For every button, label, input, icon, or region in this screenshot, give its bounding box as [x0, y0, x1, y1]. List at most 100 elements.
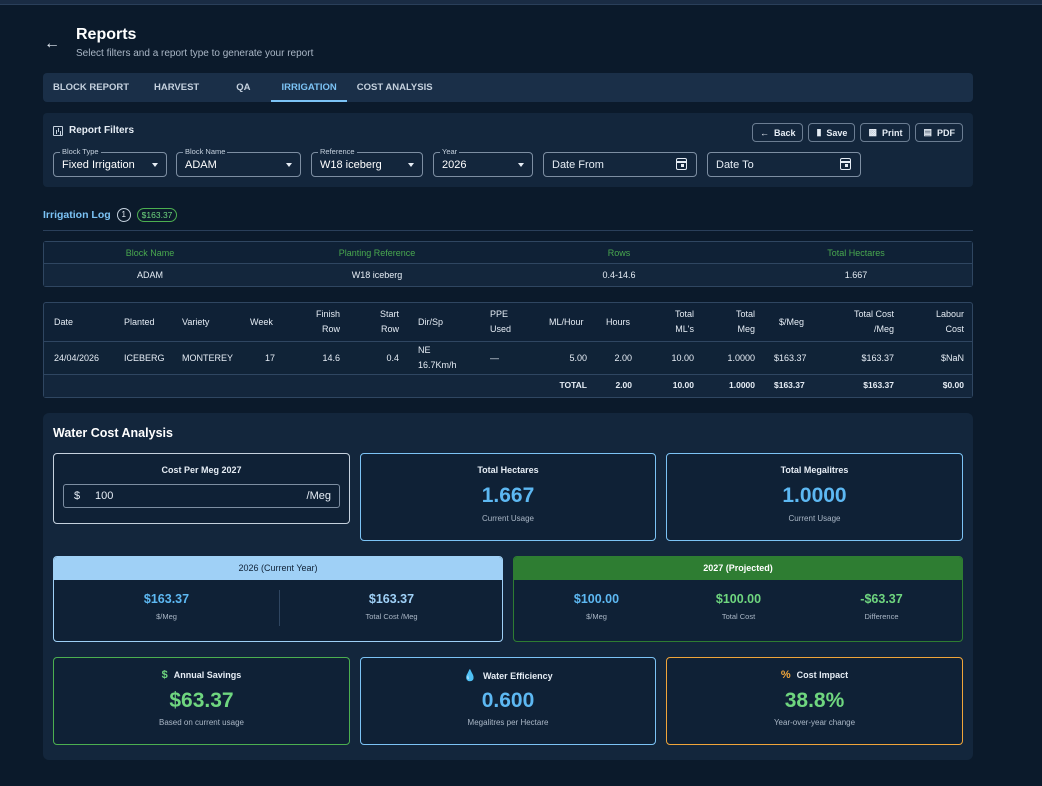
header-ppe-line1: PPE	[490, 309, 509, 319]
header-total-meg-line1: Total	[735, 309, 755, 319]
summary-header-total-hectares: Total Hectares	[827, 248, 885, 258]
summary-header-block-name: Block Name	[125, 248, 175, 258]
header-ppe-line2: Used	[490, 324, 512, 334]
bar-chart-icon	[53, 125, 63, 136]
cost-per-meg-input[interactable]: $ 100 /Meg	[63, 484, 340, 508]
save-button[interactable]: ▮ Save	[808, 123, 856, 142]
summary-header-rows: Rows	[607, 248, 631, 258]
water-cost-analysis-panel: Water Cost Analysis Cost Per Meg 2027 $ …	[43, 413, 973, 760]
bookmark-icon: ▮	[816, 127, 822, 137]
totals-hours: 2.00	[615, 380, 632, 390]
chevron-down-icon	[518, 163, 524, 167]
summary-row: ADAM W18 iceberg 0.4-14.6 1.667	[44, 264, 972, 286]
report-filters-panel: Report Filters ← Back ▮ Save ▩ Print ▤ PDF B…	[43, 113, 973, 187]
annual-savings-heading: $ Annual Savings	[54, 669, 349, 681]
cost-impact-heading: % Cost Impact	[667, 669, 962, 681]
cell-direction: NE	[418, 345, 431, 355]
printer-icon: ▩	[868, 127, 877, 137]
cell-ml-hour: 5.00	[569, 353, 587, 363]
pdf-button[interactable]: ▤ PDF	[915, 123, 963, 142]
total-cost-badge: $163.37	[136, 208, 178, 222]
header-labour-cost: Labour Cost	[914, 307, 964, 337]
projected-per-meg-value: $100.00	[573, 592, 620, 606]
projected-year-panel: 2027 (Projected) $100.00 $/Meg $100.00 T…	[513, 556, 963, 642]
date-to-input[interactable]: Date To	[707, 152, 861, 177]
cell-labour-cost: $NaN	[940, 353, 964, 363]
back-arrow-icon[interactable]: ←	[42, 34, 62, 54]
back-button[interactable]: ← Back	[751, 123, 804, 142]
tab-harvest[interactable]: HARVEST	[139, 73, 214, 102]
cost-per-meg-value: 100	[95, 490, 114, 502]
cell-ppe-used: —	[490, 353, 499, 363]
current-total-cost: $163.37 Total Cost /Meg	[279, 592, 502, 621]
back-button-label: Back	[773, 127, 796, 138]
dollar-icon: $	[161, 669, 168, 681]
year-label: Year	[440, 147, 460, 156]
tab-block-report[interactable]: BLOCK REPORT	[43, 73, 139, 102]
cell-planted: ICEBERG	[124, 353, 165, 363]
date-from-input[interactable]: Date From	[543, 152, 697, 177]
cost-per-meg-card: Cost Per Meg 2027 $ 100 /Meg	[53, 453, 350, 524]
save-button-label: Save	[826, 127, 848, 138]
water-efficiency-sub: Megalitres per Hectare	[467, 718, 549, 727]
cell-start-row: 0.4	[386, 353, 399, 363]
projected-difference: -$63.37 Difference	[819, 592, 944, 621]
totals-mls: 10.00	[672, 380, 694, 390]
irrigation-log-title: Irrigation Log	[43, 209, 111, 221]
header-variety: Variety	[182, 317, 210, 327]
summary-header-row: Block Name Planting Reference Rows Total…	[44, 242, 972, 264]
print-button[interactable]: ▩ Print	[860, 123, 911, 142]
table-row: 24/04/2026 ICEBERG MONTEREY 17 14.6 0.4 …	[44, 342, 972, 375]
total-megalitres-value: 1.0000	[782, 484, 847, 507]
year-select[interactable]: Year 2026	[433, 147, 533, 177]
totals-row: TOTAL 2.00 10.00 1.0000 $163.37 $163.37 …	[44, 375, 972, 397]
top-bar	[0, 0, 1042, 5]
header-planted: Planted	[124, 317, 155, 327]
report-filters-title: Report Filters	[69, 125, 135, 136]
current-per-meg: $163.37 $/Meg	[54, 592, 279, 621]
detail-header-row: Date Planted Variety Week Finish Row Star…	[44, 303, 972, 342]
current-total-cost-label: Total Cost /Meg	[365, 612, 418, 621]
divider	[43, 230, 973, 231]
cell-total-mls: 10.00	[671, 353, 694, 363]
total-megalitres-sub: Current Usage	[788, 514, 841, 523]
tab-irrigation[interactable]: IRRIGATION	[271, 73, 347, 102]
cost-per-meg-unit: /Meg	[306, 490, 331, 502]
report-filters-heading: Report Filters	[53, 125, 134, 136]
cell-week: 17	[265, 353, 276, 363]
header-total-cost-line1: Total Cost	[853, 309, 894, 319]
projected-total-cost: $100.00 Total Cost	[676, 592, 801, 621]
date-from-placeholder: Date From	[552, 159, 604, 171]
header-start-row-line2: Row	[380, 324, 399, 334]
reference-label: Reference	[318, 147, 357, 156]
tab-cost-analysis[interactable]: COST ANALYSIS	[347, 73, 443, 102]
water-efficiency-card: 💧 Water Efficiency 0.600 Megalitres per H…	[360, 657, 656, 745]
block-type-select[interactable]: Block Type Fixed Irrigation	[53, 147, 167, 177]
total-hectares-sub: Current Usage	[481, 514, 535, 523]
cell-dir-sp: NE 16.7Km/h	[418, 343, 457, 373]
current-year-panel: 2026 (Current Year) $163.37 $/Meg $163.3…	[53, 556, 503, 642]
reference-select[interactable]: Reference W18 iceberg	[311, 147, 423, 177]
cost-impact-sub: Year-over-year change	[773, 718, 856, 727]
header-ml-hour: ML/Hour	[549, 317, 584, 327]
water-efficiency-value: 0.600	[481, 689, 535, 712]
total-megalitres-card: Total Megalitres 1.0000 Current Usage	[666, 453, 963, 541]
cell-date: 24/04/2026	[54, 353, 100, 363]
chevron-down-icon	[408, 163, 414, 167]
calendar-icon[interactable]	[840, 158, 851, 170]
header-dir-sp: Dir/Sp	[418, 317, 444, 327]
calendar-icon[interactable]	[676, 158, 687, 170]
header-total-meg: Total Meg	[714, 307, 755, 337]
header-total-mls-line1: Total	[674, 309, 694, 319]
total-hectares-value: 1.667	[481, 484, 535, 507]
print-button-label: Print	[881, 127, 903, 138]
tab-qa[interactable]: QA	[214, 73, 271, 102]
projected-difference-label: Difference	[864, 612, 899, 621]
cell-finish-row: 14.6	[322, 353, 340, 363]
cost-impact-value: 38.8%	[784, 689, 845, 712]
current-per-meg-label: $/Meg	[156, 612, 177, 621]
current-total-cost-value: $163.37	[368, 592, 415, 606]
header-total-cost-meg: Total Cost/Meg	[834, 307, 894, 337]
annual-savings-card: $ Annual Savings $63.37 Based on current …	[53, 657, 350, 745]
block-name-select[interactable]: Block Name ADAM	[176, 147, 301, 177]
